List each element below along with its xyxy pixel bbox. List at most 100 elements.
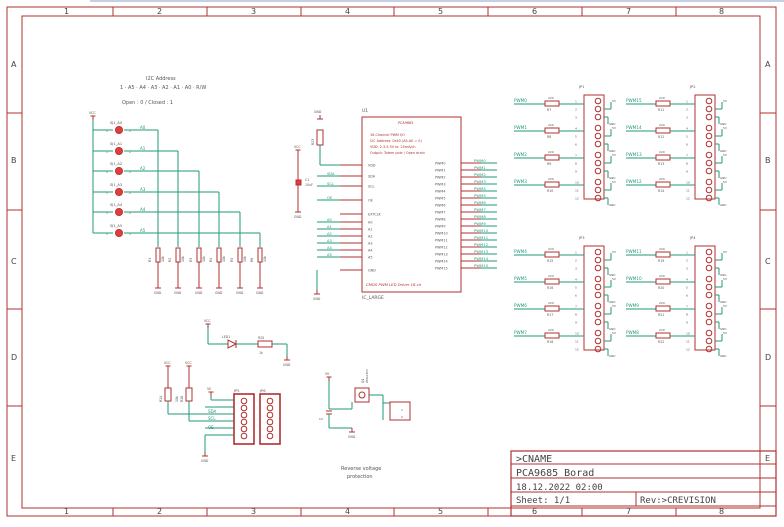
header-pin bbox=[594, 318, 602, 326]
header-pin bbox=[594, 178, 602, 186]
header-pin bbox=[594, 275, 602, 283]
ic-right-net: PWM10 bbox=[474, 228, 489, 233]
series-resistor bbox=[655, 127, 671, 134]
ic-left-net: A0 bbox=[327, 218, 332, 222]
ic-left-pin-name: A0 bbox=[368, 221, 372, 225]
header-pin-number: 12 bbox=[686, 197, 690, 201]
series-resistor-ref: R8 bbox=[547, 135, 551, 139]
header-pin-number: 12 bbox=[575, 197, 579, 201]
ic-left-pin-name: EXTCLK bbox=[368, 213, 382, 217]
ic-footer: CMOS PWM LED Driver 16-ch bbox=[366, 282, 422, 287]
series-resistor-value: 220 bbox=[548, 328, 554, 332]
series-resistor-ref: R15 bbox=[547, 259, 553, 263]
ic-pins: VDD SDA SCL OE EXTCLK A0 A1 A2 A3 A4 A5 GND SDA SCL OE… bbox=[317, 158, 497, 273]
series-resistor bbox=[544, 154, 560, 161]
ic-right-pin-name: PWM0 bbox=[435, 162, 445, 166]
series-resistor-ref: R22 bbox=[658, 340, 664, 344]
column-label-top: 8 bbox=[719, 7, 724, 16]
header-pin-number: 5 bbox=[686, 286, 688, 290]
channel-label: PWM8 bbox=[626, 330, 639, 335]
led-resistor bbox=[257, 340, 273, 348]
i2c-header-ref: JP5 bbox=[233, 389, 240, 393]
ic-resistor bbox=[316, 129, 324, 146]
row-label-right: E bbox=[765, 454, 770, 463]
connector-pin-number: 1 bbox=[401, 408, 403, 412]
ground-label: GND bbox=[154, 291, 162, 295]
ic-right-net: PWM3 bbox=[474, 179, 486, 184]
header-pin-number: 5 bbox=[575, 286, 577, 290]
ic-header-line: VDD: 2.3-5.5V Io: 25mA/ch bbox=[370, 145, 416, 149]
ic-right-pin-name: PWM5 bbox=[435, 197, 445, 201]
output-header-jp1: JP1123PWM0 220R75VGND456PWM1 220R85VGND789… bbox=[514, 85, 617, 207]
series-resistor bbox=[655, 278, 671, 285]
mosfet-value: DMG2305 bbox=[365, 369, 369, 383]
channel-label: PWM6 bbox=[514, 303, 527, 308]
power-tap-label: 5V bbox=[612, 126, 617, 130]
header-pin-number: 3 bbox=[686, 267, 688, 271]
header-pin bbox=[705, 113, 713, 121]
header-pin bbox=[594, 329, 602, 337]
ic-right-pin-name: PWM14 bbox=[435, 260, 448, 264]
series-resistor-value: 220 bbox=[548, 274, 554, 278]
power-tap-label: 5V bbox=[723, 180, 728, 184]
solder-jumper bbox=[115, 207, 124, 216]
channel-label: PWM15 bbox=[626, 98, 642, 103]
series-resistor-ref: R7 bbox=[547, 108, 551, 112]
channel-label: PWM4 bbox=[514, 249, 527, 254]
ic-left-pin-name: A3 bbox=[368, 242, 372, 246]
header-pin bbox=[705, 248, 713, 256]
ic-left-pin-name: A5 bbox=[368, 256, 372, 260]
header-pin-number: 8 bbox=[686, 313, 688, 317]
i2c-header-pin bbox=[240, 432, 248, 440]
column-label-top: 6 bbox=[532, 7, 537, 16]
ic-left-pin-name: GND bbox=[368, 269, 376, 273]
power-label: VCC bbox=[185, 361, 192, 365]
header-pin bbox=[705, 275, 713, 283]
power-tap-label: 5V bbox=[612, 99, 617, 103]
header-pin-number: 1 bbox=[686, 100, 688, 104]
series-resistor-value: 220 bbox=[659, 123, 665, 127]
column-label-bottom: 8 bbox=[719, 507, 724, 516]
header-body bbox=[694, 94, 716, 200]
header-pin-number: 11 bbox=[575, 189, 579, 193]
header-pin-number: 2 bbox=[575, 108, 577, 112]
pulldown-ref: R4 bbox=[209, 258, 213, 262]
i2c-header-pin bbox=[266, 411, 274, 419]
address-net-label: A0 bbox=[140, 125, 146, 130]
i2c-header-ref: JP6 bbox=[259, 389, 266, 393]
header-pin bbox=[594, 337, 602, 345]
capacitor bbox=[295, 179, 302, 186]
ic-right-pin-name: PWM3 bbox=[435, 183, 445, 187]
jumper-name: SJ1_A0 bbox=[110, 121, 123, 125]
header-pin bbox=[705, 186, 713, 194]
column-label-top: 2 bbox=[157, 7, 162, 16]
sda-pullup-ref: R24 bbox=[159, 396, 163, 402]
scl-pullup-ref: R26 bbox=[180, 396, 184, 402]
header-pin-number: 9 bbox=[686, 321, 688, 325]
header-pin bbox=[594, 310, 602, 318]
header-pin bbox=[594, 140, 602, 148]
ic-right-net: PWM12 bbox=[474, 242, 489, 247]
gnd-tap-label: GND bbox=[720, 203, 726, 207]
pulldown-resistor bbox=[216, 247, 222, 263]
ic-right-pin-name: PWM1 bbox=[435, 169, 445, 173]
series-resistor-value: 220 bbox=[659, 177, 665, 181]
header-ref: JP2 bbox=[689, 85, 696, 89]
ground-label: GND bbox=[294, 215, 302, 219]
header-pin bbox=[594, 264, 602, 272]
column-label-top: 1 bbox=[64, 7, 69, 16]
series-resistor-value: 220 bbox=[548, 96, 554, 100]
series-resistor bbox=[655, 332, 671, 339]
ic-right-pin-name: PWM13 bbox=[435, 253, 448, 257]
header-pin bbox=[705, 159, 713, 167]
series-resistor-value: 220 bbox=[548, 177, 554, 181]
header-pin bbox=[705, 140, 713, 148]
ic-right-net: PWM15 bbox=[474, 263, 489, 268]
capacitor-ref: C1 bbox=[305, 178, 309, 182]
i2c-address-legend: Open : 0 / Closed : 1 bbox=[122, 100, 173, 106]
channel-label: PWM7 bbox=[514, 330, 527, 335]
series-resistor bbox=[544, 100, 560, 107]
row-label-right: A bbox=[765, 60, 771, 69]
schematic-canvas: 1122334455667788A AB BC CD DE E I2C Address 1… bbox=[6, 6, 777, 517]
led-resistor-ref: R25 bbox=[258, 336, 264, 340]
